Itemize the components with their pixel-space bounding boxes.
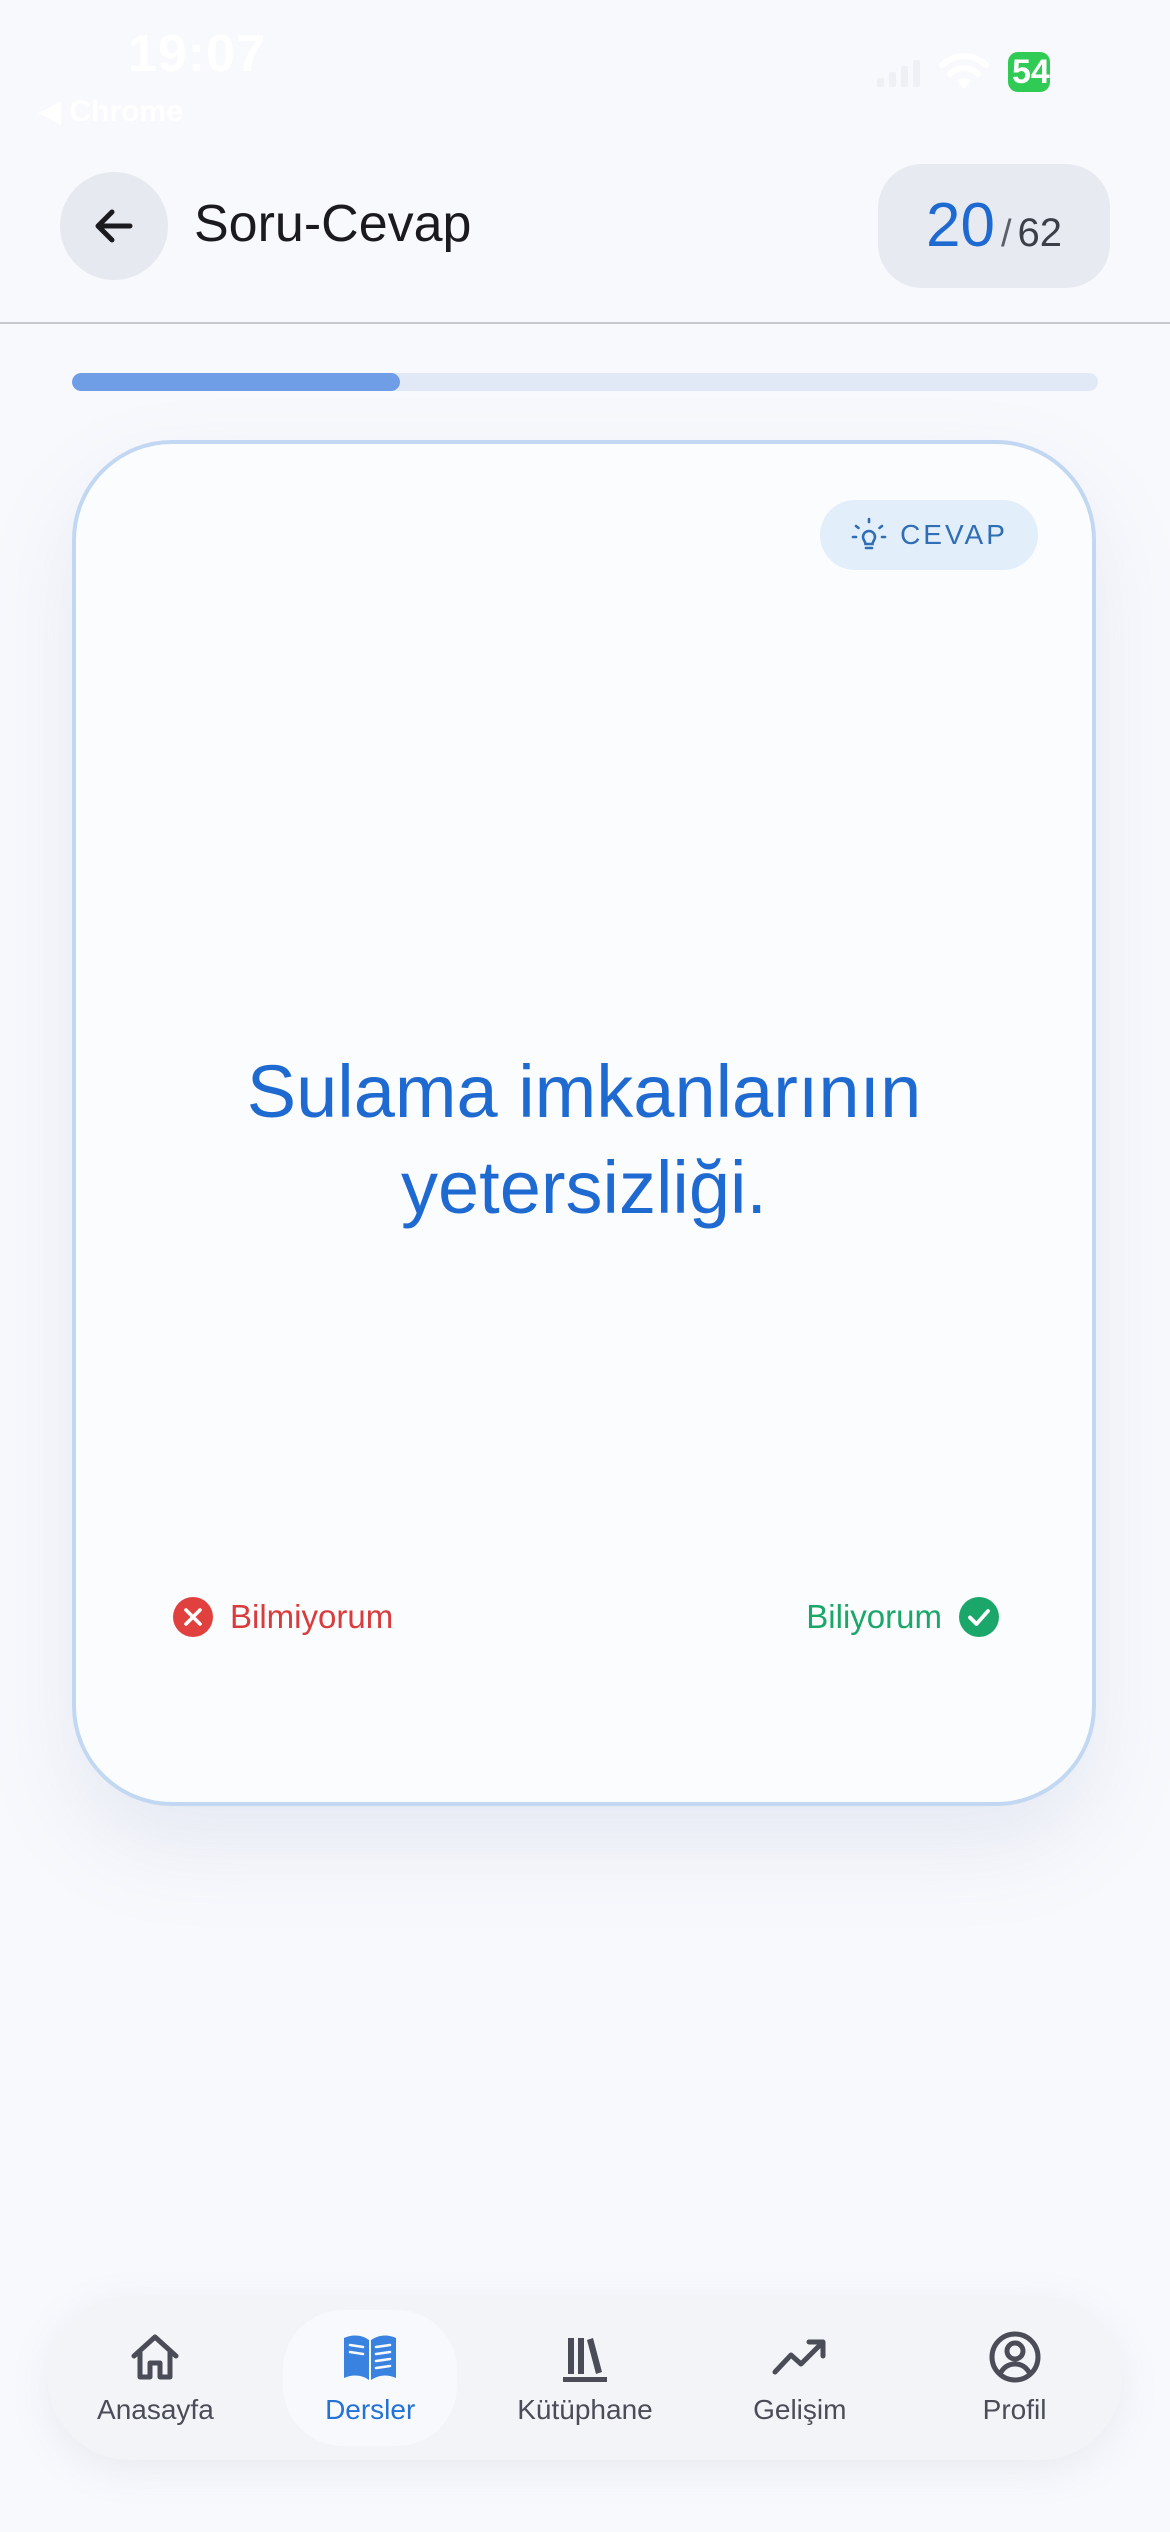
known-label: Biliyorum bbox=[806, 1598, 942, 1635]
counter-separator: / bbox=[1000, 213, 1012, 255]
nav-item-profil[interactable]: Profil bbox=[920, 2330, 1110, 2426]
check-circle-icon bbox=[959, 1597, 999, 1637]
status-indicators: 54 bbox=[877, 52, 1050, 92]
lightbulb-icon bbox=[851, 517, 887, 550]
wifi-icon bbox=[939, 53, 989, 89]
flashcard[interactable]: CEVAP Sulama imkanlarının yetersizliği. … bbox=[72, 440, 1096, 1806]
counter-total: 62 bbox=[1017, 211, 1063, 255]
nav-item-dersler[interactable]: Dersler bbox=[275, 2310, 465, 2446]
status-back-app-link[interactable]: ◀ Chrome bbox=[38, 94, 183, 129]
library-icon bbox=[562, 2338, 607, 2382]
app-header: Soru-Cevap 20 / 62 bbox=[0, 130, 1170, 324]
book-open-icon bbox=[344, 2335, 397, 2380]
nav-label-profil: Profil bbox=[982, 2394, 1047, 2425]
arrow-left-icon bbox=[95, 209, 133, 243]
signal-icon bbox=[877, 57, 920, 87]
bottom-navigation: Anasayfa Dersler Kütüphane Gelişim Profi… bbox=[48, 2296, 1122, 2460]
battery-indicator: 54 bbox=[1008, 52, 1050, 92]
trending-up-icon bbox=[772, 2339, 826, 2375]
nav-label-anasayfa: Anasayfa bbox=[97, 2394, 214, 2425]
answer-chip-label: CEVAP bbox=[900, 519, 1008, 550]
progress-fill bbox=[72, 373, 401, 391]
nav-label-kutuphane: Kütüphane bbox=[517, 2394, 653, 2425]
known-button[interactable]: Biliyorum bbox=[806, 1596, 1000, 1638]
status-time: 19:07 bbox=[128, 25, 266, 83]
status-bar: 19:07 ◀ Chrome 54 bbox=[0, 0, 1170, 130]
nav-item-gelisim[interactable]: Gelişim bbox=[705, 2330, 895, 2426]
back-button[interactable] bbox=[60, 172, 168, 280]
nav-label-dersler: Dersler bbox=[325, 2394, 416, 2425]
home-icon bbox=[131, 2334, 179, 2380]
page-title: Soru-Cevap bbox=[194, 195, 472, 253]
nav-label-gelisim: Gelişim bbox=[753, 2394, 847, 2425]
progress-bar bbox=[72, 373, 1098, 391]
nav-item-anasayfa[interactable]: Anasayfa bbox=[60, 2330, 250, 2426]
nav-item-kutuphane[interactable]: Kütüphane bbox=[490, 2330, 680, 2426]
counter-current: 20 bbox=[925, 191, 995, 260]
answer-text: Sulama imkanlarının yetersizliği. bbox=[246, 1050, 922, 1229]
unknown-label: Bilmiyorum bbox=[230, 1598, 394, 1635]
x-circle-icon bbox=[173, 1597, 213, 1637]
unknown-button[interactable]: Bilmiyorum bbox=[172, 1596, 393, 1638]
user-circle-icon bbox=[989, 2331, 1041, 2383]
question-counter: 20 / 62 bbox=[878, 164, 1110, 288]
answer-chip: CEVAP bbox=[820, 500, 1038, 570]
